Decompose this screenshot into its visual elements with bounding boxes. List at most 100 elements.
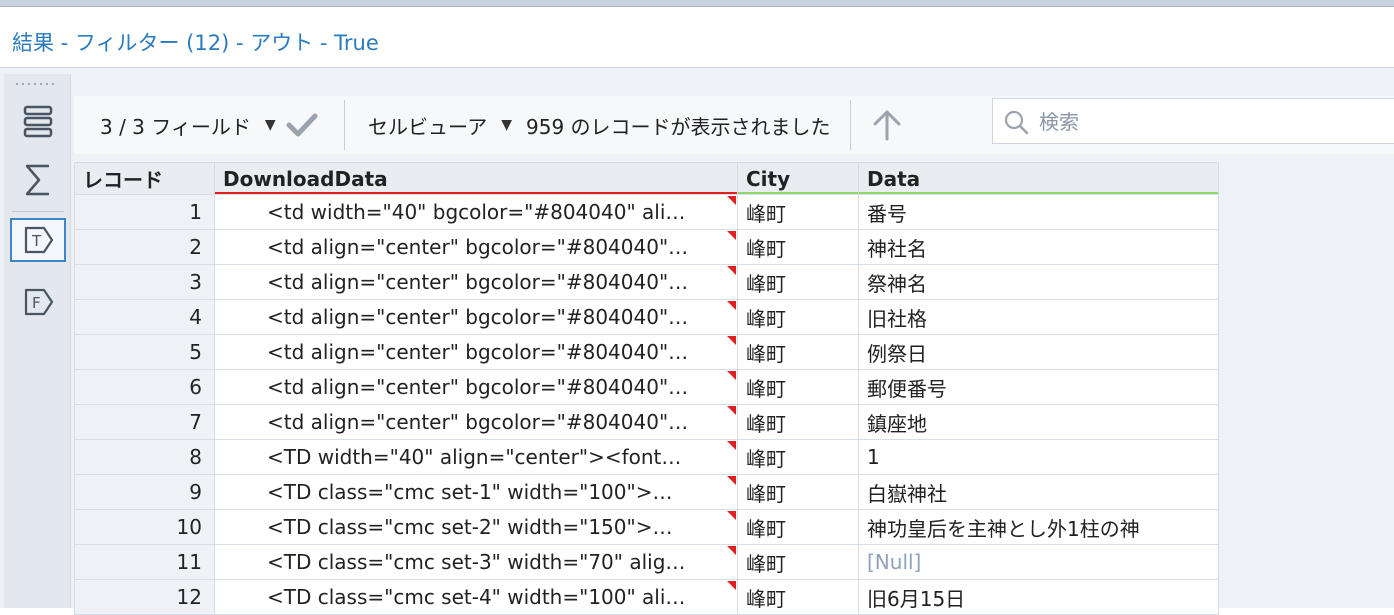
record-number-cell[interactable]: 3 [74, 264, 215, 300]
fields-dropdown[interactable]: 3 / 3 フィールド ▼ [100, 96, 276, 154]
search-placeholder: 検索 [1039, 110, 1079, 134]
grid-body: 1 <td width="40" bgcolor="#804040" ali… 峰町… [74, 194, 1219, 615]
record-number-cell[interactable]: 9 [74, 474, 215, 510]
data-cell[interactable]: 番号 [858, 194, 1219, 230]
city-column-header[interactable]: City [737, 162, 859, 195]
record-number-cell[interactable]: 11 [74, 544, 215, 580]
downloaddata-cell[interactable]: <TD class="cmc set-2" width="150">… [214, 509, 738, 545]
drag-grip[interactable] [14, 82, 58, 86]
downloaddata-cell[interactable]: <td width="40" bgcolor="#804040" ali… [214, 194, 738, 230]
downloaddata-cell[interactable]: <td align="center" bgcolor="#804040"… [214, 299, 738, 335]
downloaddata-cell[interactable]: <td align="center" bgcolor="#804040"… [214, 369, 738, 405]
city-cell[interactable]: 峰町 [737, 299, 859, 335]
table-row[interactable]: 11 <TD class="cmc set-3" width="70" alig…… [74, 544, 1219, 580]
city-cell[interactable]: 峰町 [737, 509, 859, 545]
record-number-cell[interactable]: 7 [74, 404, 215, 440]
truncated-indicator [727, 406, 736, 415]
downloaddata-cell[interactable]: <TD width="40" align="center"><font… [214, 439, 738, 475]
city-header-underline [738, 192, 858, 194]
sort-up-button[interactable] [870, 96, 904, 154]
city-cell[interactable]: 峰町 [737, 404, 859, 440]
table-row[interactable]: 1 <td width="40" bgcolor="#804040" ali… 峰町… [74, 194, 1219, 230]
downloaddata-cell[interactable]: <td align="center" bgcolor="#804040"… [214, 404, 738, 440]
table-row[interactable]: 6 <td align="center" bgcolor="#804040"… 峰町… [74, 369, 1219, 405]
truncated-indicator [727, 231, 736, 240]
search-box[interactable]: 検索 [992, 98, 1394, 144]
record-number-cell[interactable]: 12 [74, 579, 215, 615]
results-toolbar: 3 / 3 フィールド ▼ セルビューア ▼ 959 のレコードが表示されました… [74, 96, 1394, 154]
downloaddata-cell[interactable]: <td align="center" bgcolor="#804040"… [214, 334, 738, 370]
city-cell[interactable]: 峰町 [737, 229, 859, 265]
true-output-button[interactable]: T [10, 218, 66, 262]
results-title-bar: 結果 - フィルター (12) - アウト - True [0, 7, 1394, 68]
svg-text:F: F [32, 294, 41, 312]
record-number-cell[interactable]: 2 [74, 229, 215, 265]
city-cell[interactable]: 峰町 [737, 474, 859, 510]
data-cell[interactable]: 白嶽神社 [858, 474, 1219, 510]
true-anchor-icon: T [24, 226, 54, 254]
table-row[interactable]: 3 <td align="center" bgcolor="#804040"… 峰町… [74, 264, 1219, 300]
data-cell[interactable]: 神功皇后を主神とし外1柱の神 [858, 509, 1219, 545]
record-number-cell[interactable]: 4 [74, 299, 215, 335]
downloaddata-cell[interactable]: <TD class="cmc set-3" width="70" alig… [214, 544, 738, 580]
data-column-header[interactable]: Data [858, 162, 1219, 195]
truncated-indicator [727, 476, 736, 485]
left-toolbar: T F [4, 74, 71, 608]
apply-button[interactable] [286, 96, 318, 154]
city-cell[interactable]: 峰町 [737, 439, 859, 475]
sigma-icon [25, 164, 49, 196]
record-column-header[interactable]: レコード [74, 162, 215, 195]
city-cell[interactable]: 峰町 [737, 544, 859, 580]
record-number-cell[interactable]: 1 [74, 194, 215, 230]
downloaddata-cell[interactable]: <td align="center" bgcolor="#804040"… [214, 264, 738, 300]
data-cell[interactable]: 神社名 [858, 229, 1219, 265]
fields-label: 3 / 3 フィールド [100, 114, 251, 139]
data-cell[interactable]: 例祭日 [858, 334, 1219, 370]
city-cell[interactable]: 峰町 [737, 264, 859, 300]
record-number-cell[interactable]: 6 [74, 369, 215, 405]
table-row[interactable]: 4 <td align="center" bgcolor="#804040"… 峰町… [74, 299, 1219, 335]
truncated-indicator [727, 371, 736, 380]
data-header-underline [859, 192, 1218, 194]
viewer-label: セルビューア [368, 114, 488, 139]
viewer-dropdown[interactable]: セルビューア ▼ [368, 96, 512, 154]
downloaddata-cell[interactable]: <td align="center" bgcolor="#804040"… [214, 229, 738, 265]
false-output-button[interactable]: F [10, 280, 66, 324]
data-cell[interactable]: 1 [858, 439, 1219, 475]
metadata-view-button[interactable] [10, 100, 66, 144]
data-cell[interactable]: 祭神名 [858, 264, 1219, 300]
downloaddata-column-header[interactable]: DownloadData [214, 162, 738, 195]
downloaddata-cell[interactable]: <TD class="cmc set-4" width="100" ali… [214, 579, 738, 615]
left-toolbar-divider [12, 211, 64, 212]
data-cell[interactable]: 旧6月15日 [858, 579, 1219, 615]
truncated-indicator [727, 266, 736, 275]
data-cell[interactable]: 郵便番号 [858, 369, 1219, 405]
city-cell[interactable]: 峰町 [737, 334, 859, 370]
data-cell[interactable]: 旧社格 [858, 299, 1219, 335]
city-cell[interactable]: 峰町 [737, 369, 859, 405]
summarize-button[interactable] [10, 158, 66, 202]
city-cell[interactable]: 峰町 [737, 194, 859, 230]
table-row[interactable]: 10 <TD class="cmc set-2" width="150">… 峰町神… [74, 509, 1219, 545]
truncated-indicator [727, 196, 736, 205]
table-row[interactable]: 8 <TD width="40" align="center"><font… 峰町 1 [74, 439, 1219, 475]
data-cell[interactable]: 鎮座地 [858, 404, 1219, 440]
window-top-strip [0, 0, 1394, 7]
record-number-cell[interactable]: 5 [74, 334, 215, 370]
city-cell[interactable]: 峰町 [737, 579, 859, 615]
chevron-down-icon: ▼ [501, 117, 512, 133]
table-row[interactable]: 2 <td align="center" bgcolor="#804040"… 峰町… [74, 229, 1219, 265]
record-number-cell[interactable]: 8 [74, 439, 215, 475]
table-row[interactable]: 12 <TD class="cmc set-4" width="100" ali…… [74, 579, 1219, 615]
search-icon [1004, 110, 1029, 135]
table-row[interactable]: 5 <td align="center" bgcolor="#804040"… 峰町… [74, 334, 1219, 370]
data-cell[interactable]: [Null] [858, 544, 1219, 580]
arrow-up-icon [873, 110, 901, 141]
table-row[interactable]: 9 <TD class="cmc set-1" width="100">… 峰町 白嶽… [74, 474, 1219, 510]
downloaddata-cell[interactable]: <TD class="cmc set-1" width="100">… [214, 474, 738, 510]
false-anchor-icon: F [24, 288, 54, 316]
truncated-indicator [727, 441, 736, 450]
record-number-cell[interactable]: 10 [74, 509, 215, 545]
table-row[interactable]: 7 <td align="center" bgcolor="#804040"… 峰町… [74, 404, 1219, 440]
results-title: 結果 - フィルター (12) - アウト - True [12, 31, 379, 55]
